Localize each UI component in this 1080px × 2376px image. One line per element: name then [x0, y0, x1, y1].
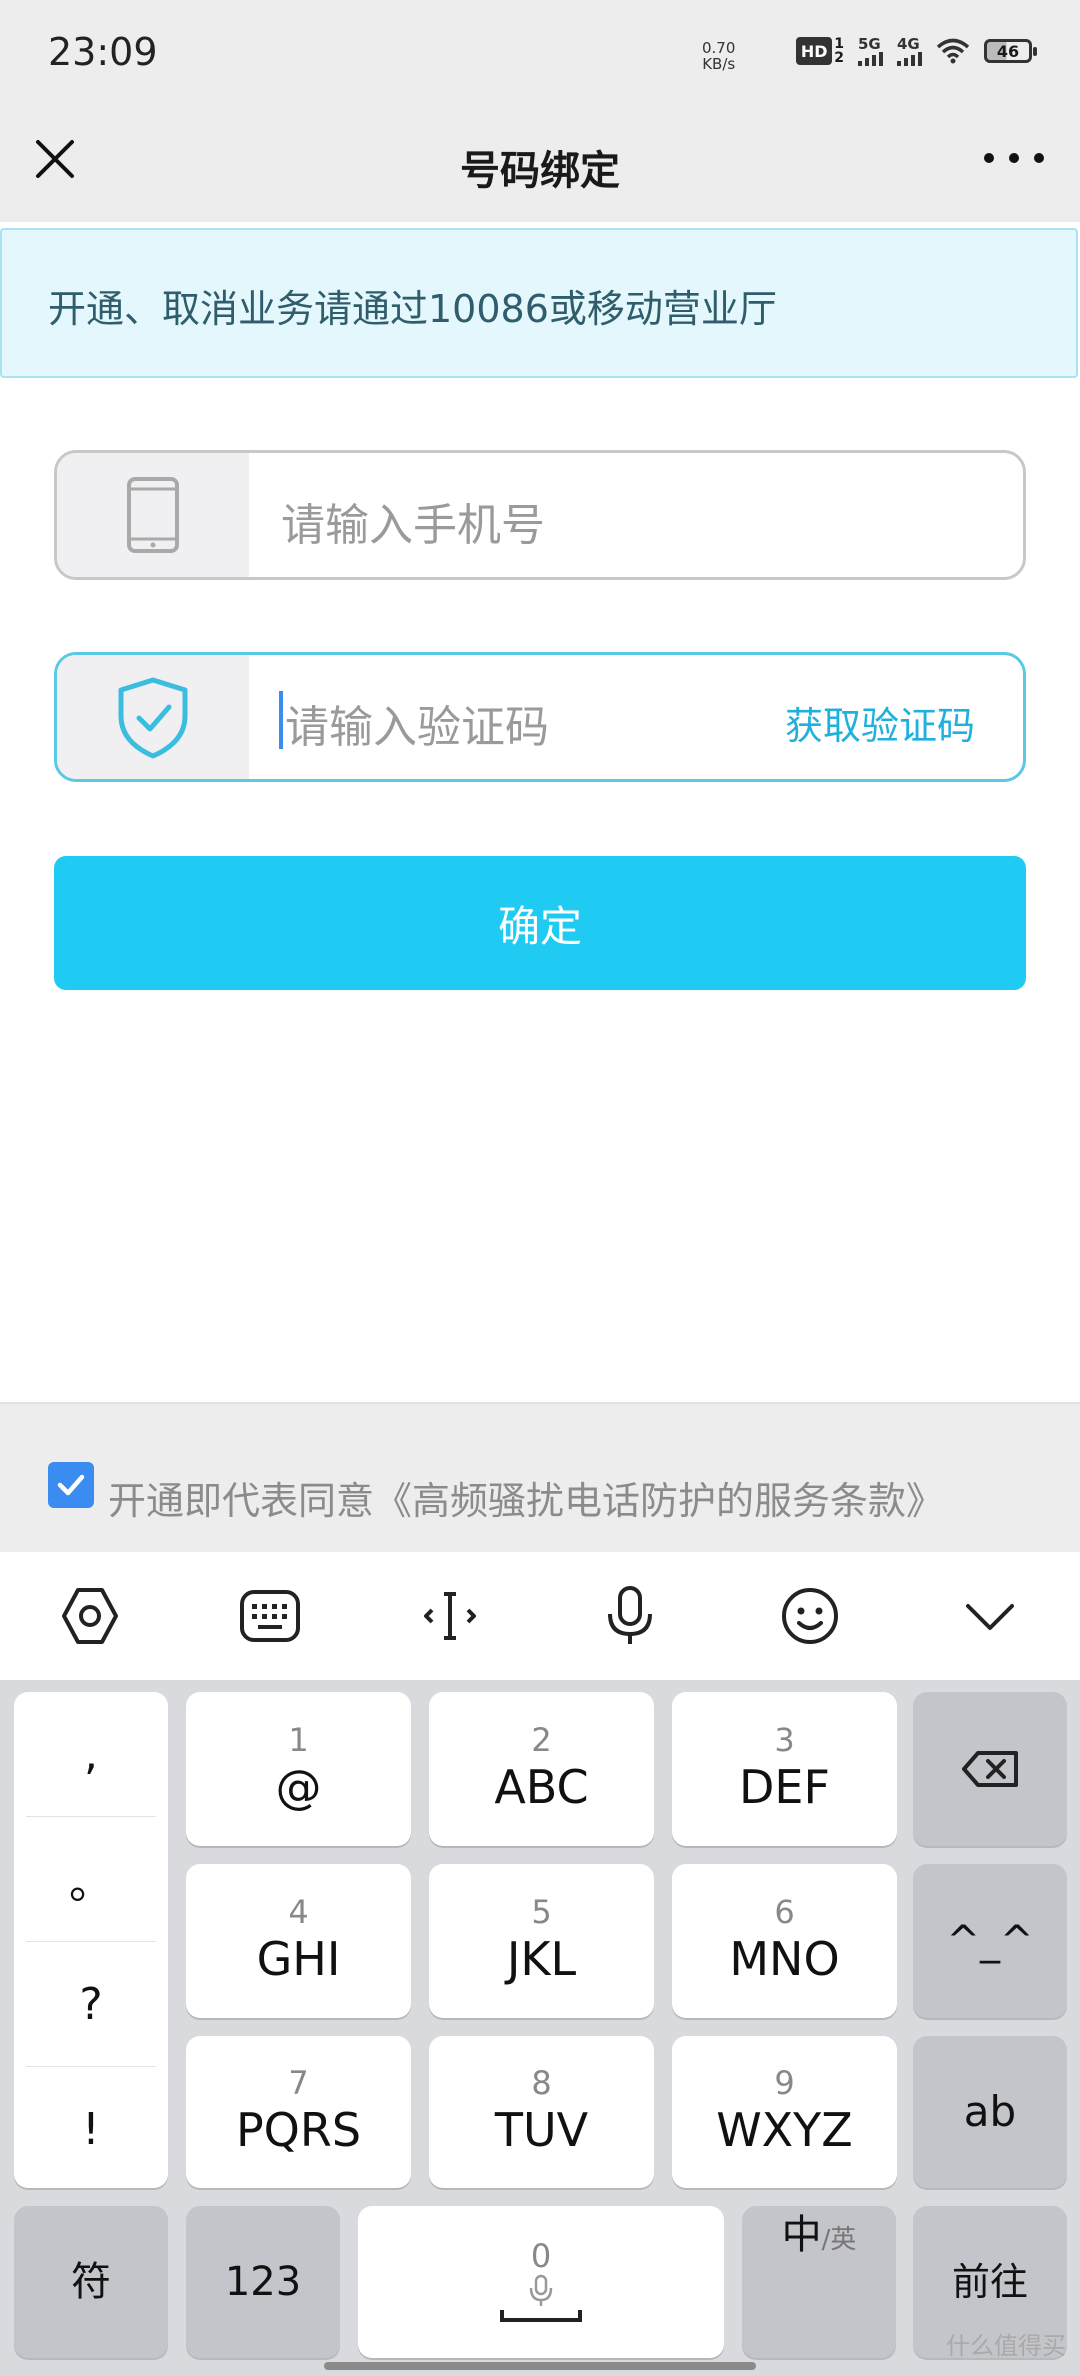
phone-placeholder: 请输入手机号: [281, 500, 545, 551]
hexagon-settings-icon: [62, 1588, 118, 1644]
text-cursor: [279, 691, 283, 749]
status-icons: HD 1 2 5G 4G 46: [796, 36, 1037, 66]
notice-text: 开通、取消业务请通过10086或移动营业厅: [48, 287, 777, 331]
signal-5g-icon: 5G: [858, 36, 883, 66]
more-dot-icon: [984, 153, 994, 163]
key-6[interactable]: 6 MNO: [672, 1864, 897, 2018]
watermark: 什么值得买: [946, 2332, 1066, 2360]
emoji-button[interactable]: [770, 1576, 850, 1656]
numbers-key[interactable]: 123: [186, 2206, 340, 2358]
backspace-key[interactable]: [913, 1692, 1067, 1846]
signal-4g-icon: 4G: [897, 36, 922, 66]
home-indicator[interactable]: [324, 2362, 756, 2370]
key-8[interactable]: 8 TUV: [429, 2036, 654, 2188]
agreement-checkbox[interactable]: [48, 1462, 94, 1508]
phone-icon-box: [57, 453, 249, 577]
space-mic-icon: [500, 2274, 582, 2322]
verification-code-input[interactable]: 请输入验证码 获取验证码: [54, 652, 1026, 782]
punc-period-key[interactable]: 。: [26, 1817, 156, 1942]
battery-icon: 46: [984, 39, 1037, 63]
check-icon: [57, 1474, 85, 1496]
voice-input-button[interactable]: [590, 1576, 670, 1656]
agreement-text[interactable]: 开通即代表同意《高频骚扰电话防护的服务条款》: [108, 1470, 944, 1525]
page-title: 号码绑定: [460, 148, 620, 194]
chevron-down-icon: [966, 1604, 1014, 1630]
network-rate-unit: KB/s: [702, 55, 736, 73]
punc-question-key[interactable]: ?: [26, 1942, 156, 2067]
backspace-icon: [962, 1751, 1018, 1787]
key-5[interactable]: 5 JKL: [429, 1864, 654, 2018]
settings-button[interactable]: [50, 1576, 130, 1656]
confirm-button[interactable]: 确定: [54, 856, 1026, 990]
emoticon-key[interactable]: ^_^: [913, 1864, 1067, 2018]
hd-icon: HD 1 2: [796, 37, 844, 65]
symbols-key[interactable]: 符: [14, 2206, 168, 2358]
keyboard-toolbar: [0, 1552, 1080, 1680]
get-code-button[interactable]: 获取验证码: [785, 695, 975, 750]
hide-keyboard-button[interactable]: [950, 1576, 1030, 1656]
key-4[interactable]: 4 GHI: [186, 1864, 411, 2018]
shield-icon-box: [57, 655, 249, 779]
punc-exclaim-key[interactable]: !: [26, 2067, 156, 2191]
more-button[interactable]: [984, 138, 1044, 178]
sim2-label: 2: [834, 50, 844, 66]
punctuation-column[interactable]: , 。 ? !: [14, 1692, 168, 2188]
smiley-icon: [782, 1588, 838, 1644]
ab-key[interactable]: ab: [913, 2036, 1067, 2188]
network-rate: 0.70 KB/s: [702, 40, 735, 72]
shield-check-icon: [118, 677, 188, 759]
key-9[interactable]: 9 WXYZ: [672, 2036, 897, 2188]
space-key[interactable]: 0: [358, 2206, 724, 2358]
status-bar: 23:09 0.70 KB/s HD 1 2 5G 4G 46: [0, 0, 1080, 110]
punc-comma-key[interactable]: ,: [26, 1692, 156, 1817]
status-time: 23:09: [48, 30, 158, 74]
key-2[interactable]: 2 ABC: [429, 1692, 654, 1846]
content-area: [0, 222, 1080, 1402]
language-switch-key[interactable]: 中 /英: [742, 2206, 896, 2358]
nav-bar: 号码绑定: [0, 110, 1080, 220]
more-dot-icon: [1009, 153, 1019, 163]
key-7[interactable]: 7 PQRS: [186, 2036, 411, 2188]
key-1[interactable]: 1 @: [186, 1692, 411, 1846]
key-3[interactable]: 3 DEF: [672, 1692, 897, 1846]
keyboard-switch-button[interactable]: [230, 1576, 310, 1656]
code-placeholder: 请输入验证码: [285, 702, 549, 753]
network-rate-value: 0.70: [702, 39, 736, 57]
keyboard-icon: [240, 1590, 300, 1642]
microphone-icon: [608, 1586, 652, 1644]
phone-input[interactable]: 请输入手机号: [54, 450, 1026, 580]
sim1-label: 1: [834, 36, 844, 52]
more-dot-icon: [1034, 153, 1044, 163]
notice-banner: 开通、取消业务请通过10086或移动营业厅: [0, 228, 1078, 378]
cursor-move-button[interactable]: [410, 1576, 490, 1656]
wifi-icon: [936, 38, 970, 64]
text-cursor-icon: [424, 1592, 476, 1640]
phone-icon: [127, 477, 179, 553]
